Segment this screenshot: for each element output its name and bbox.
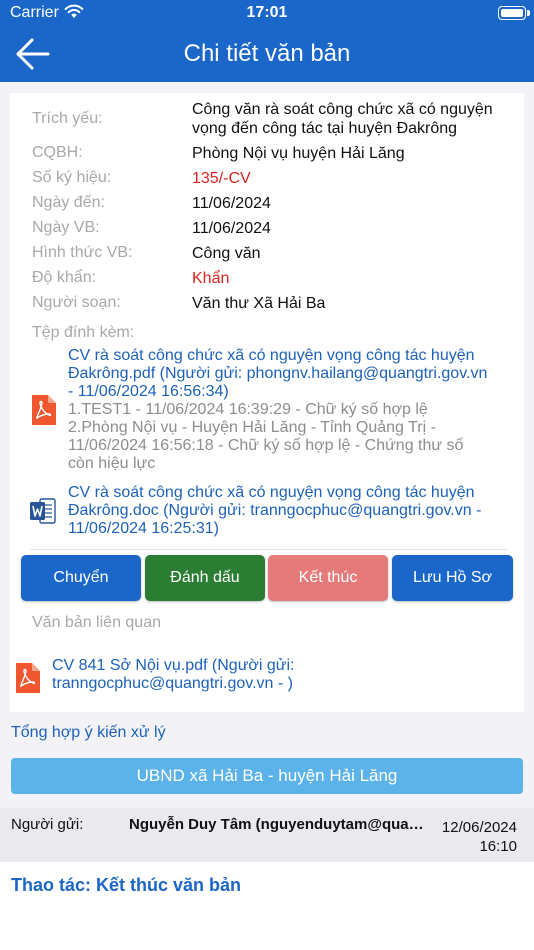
related-document-name[interactable]: CV 841 Sở Nội vụ.pdf (Người gửi: tranngo…: [52, 657, 332, 693]
sender-name: Nguyễn Duy Tâm (nguyenduytam@quangtri.go…: [129, 816, 425, 833]
field-value: Công văn rà soát công chức xã có nguyện …: [192, 101, 493, 137]
attachment-text: CV rà soát công chức xã có nguyện vọng c…: [68, 484, 488, 538]
sender-time: 16:10: [479, 838, 517, 855]
field-label: Trích yếu:: [32, 110, 103, 127]
field-label: Độ khẩn:: [32, 269, 97, 286]
sender-label: Người gửi:: [11, 816, 84, 833]
opinion-summary-link[interactable]: Tổng hợp ý kiến xử lý: [11, 724, 166, 742]
field-label: Số ký hiệu:: [32, 169, 112, 186]
action-text: Thao tác: Kết thúc văn bản: [11, 875, 242, 895]
field-label: Người soạn:: [32, 294, 121, 311]
field-label: Ngày đến:: [32, 194, 105, 211]
field-value: 11/06/2024: [192, 220, 271, 237]
field-value: Khẩn: [192, 270, 230, 287]
pdf-file-icon: [14, 663, 40, 698]
divider: [30, 549, 508, 550]
pdf-file-icon: [30, 395, 56, 430]
related-documents-label: Văn bản liên quan: [32, 614, 161, 631]
attachment-name[interactable]: CV rà soát công chức xã có nguyện vọng c…: [68, 347, 488, 401]
field-value: 11/06/2024: [192, 195, 271, 212]
word-file-icon: [30, 498, 56, 529]
field-label: Hình thức VB:: [32, 244, 133, 261]
forward-button[interactable]: Chuyển: [21, 555, 141, 601]
field-value: Công văn: [192, 245, 261, 262]
department-button[interactable]: UBND xã Hải Ba - huyện Hải Lăng: [11, 758, 523, 794]
save-record-button[interactable]: Lưu Hồ Sơ: [392, 555, 513, 601]
attachment-signatures: 1.TEST1 - 11/06/2024 16:39:29 - Chữ ký s…: [68, 401, 464, 472]
finish-button[interactable]: Kết thúc: [268, 555, 388, 601]
field-label: Ngày VB:: [32, 219, 100, 236]
nav-bar: Chi tiết văn bản: [0, 26, 534, 82]
attachment-name[interactable]: CV rà soát công chức xã có nguyện vọng c…: [68, 484, 488, 538]
field-value: 135/-CV: [192, 170, 251, 187]
status-bar: Carrier 17:01: [0, 0, 534, 26]
field-label: CQBH:: [32, 144, 83, 161]
sender-date: 12/06/2024: [441, 819, 517, 836]
sender-timestamp: 12/06/2024 16:10: [442, 818, 517, 856]
clock: 17:01: [246, 4, 288, 21]
document-detail-card: Trích yếu: Công văn rà soát công chức xã…: [10, 93, 524, 712]
page-title: Chi tiết văn bản: [183, 40, 351, 67]
attachments-label: Tệp đính kèm:: [32, 324, 135, 341]
related-document-text: CV 841 Sở Nội vụ.pdf (Người gửi: tranngo…: [52, 657, 332, 693]
battery-icon: [498, 6, 530, 20]
field-value: Văn thư Xã Hải Ba: [192, 295, 326, 312]
opinion-sender-row: Người gửi: Nguyễn Duy Tâm (nguyenduytam@…: [0, 808, 534, 862]
attachment-text: CV rà soát công chức xã có nguyện vọng c…: [68, 347, 488, 473]
mark-button[interactable]: Đánh dấu: [145, 555, 265, 601]
field-value: Phòng Nội vụ huyện Hải Lăng: [192, 145, 405, 162]
